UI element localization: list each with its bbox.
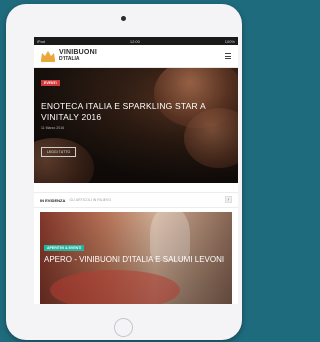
chevron-right-icon[interactable]: ›: [225, 196, 232, 203]
section-gap: [34, 183, 238, 192]
status-bar: iPad 12:00 100%: [34, 37, 238, 45]
infocus-label: IN EVIDENZA: [40, 197, 66, 203]
logo-line-2: D'ITALIA: [59, 56, 80, 62]
status-time: 12:00: [129, 38, 140, 44]
card-image-plate: [50, 270, 180, 304]
card-category-badge[interactable]: APERITIVI & EVENTI: [44, 245, 85, 251]
card-image-glass: [150, 212, 190, 261]
crown-logo-icon[interactable]: [40, 50, 56, 62]
tablet-screen: iPad 12:00 100% VINIBUONI D'ITALIA EVENT…: [34, 37, 238, 304]
hero-image-bottle: [34, 138, 94, 183]
site-logo[interactable]: VINIBUONI D'ITALIA: [59, 49, 97, 62]
status-left: iPad: [37, 38, 46, 44]
infocus-header: IN EVIDENZA GLI ARTICOLI IN RILIEVO ›: [34, 192, 238, 208]
site-header: VINIBUONI D'ITALIA: [34, 45, 238, 68]
category-badge[interactable]: EVENTI: [41, 80, 60, 86]
hero-title[interactable]: ENOTECA ITALIA E SPARKLING STAR A VINITA…: [41, 101, 231, 123]
read-more-button[interactable]: LEGGI TUTTO: [41, 147, 77, 157]
hero-date: 11 Marzo 2016: [41, 126, 65, 130]
status-battery: 100%: [224, 38, 235, 44]
article-card[interactable]: APERITIVI & EVENTI APERO - VINIBUONI D'I…: [40, 212, 232, 304]
hamburger-menu-icon[interactable]: [225, 53, 231, 59]
home-button[interactable]: [114, 318, 133, 337]
hero-banner[interactable]: EVENTI ENOTECA ITALIA E SPARKLING STAR A…: [34, 68, 238, 183]
tablet-device: iPad 12:00 100% VINIBUONI D'ITALIA EVENT…: [6, 4, 242, 340]
card-title[interactable]: APERO - VINIBUONI D'ITALIA E SALUMI LEVO…: [44, 255, 232, 265]
camera-icon: [121, 16, 126, 21]
infocus-subtitle: GLI ARTICOLI IN RILIEVO: [69, 198, 112, 202]
